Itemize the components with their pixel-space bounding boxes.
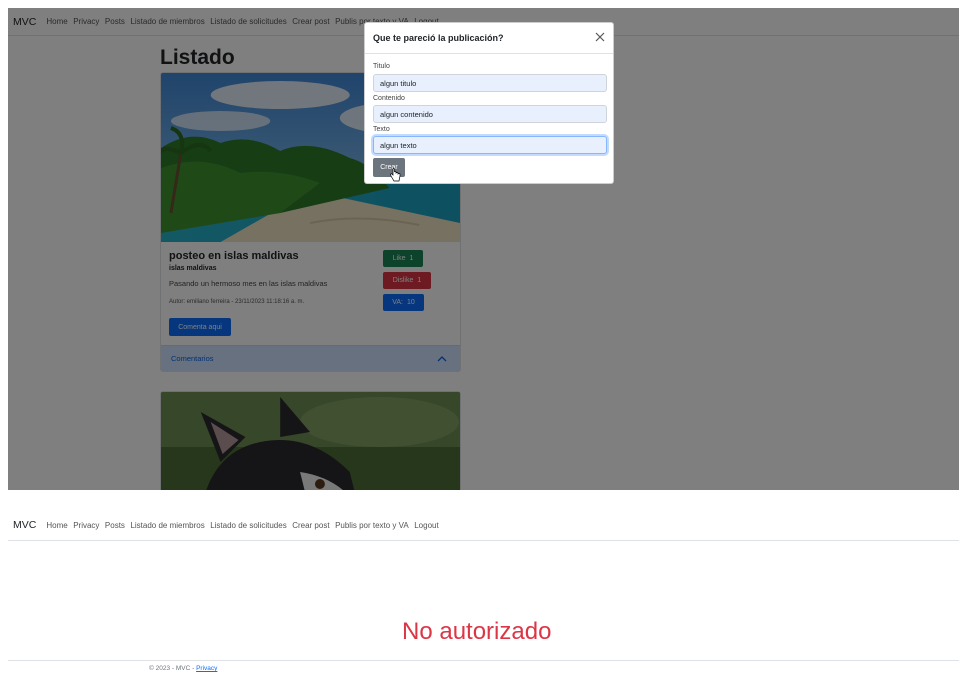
- footer: © 2023 - MVC - Privacy: [149, 665, 217, 672]
- screenshot-not-authorized: MVC Home Privacy Posts Listado de miembr…: [8, 510, 959, 675]
- nav-link-requests[interactable]: Listado de solicitudes: [210, 521, 287, 530]
- nav-link-members[interactable]: Listado de miembros: [130, 521, 204, 530]
- nav-link-logout[interactable]: Logout: [414, 521, 438, 530]
- close-icon[interactable]: [593, 30, 607, 44]
- hand-cursor-icon: [390, 168, 401, 182]
- not-authorized-message: No autorizado: [402, 618, 552, 645]
- modal-header: Que te pareció la publicación?: [365, 23, 613, 54]
- contenido-label: Contenido: [373, 95, 405, 102]
- screenshot-with-modal: MVC Home Privacy Posts Listado de miembr…: [8, 8, 959, 490]
- texto-input[interactable]: algun texto: [373, 136, 607, 154]
- rating-modal: Que te pareció la publicación? Titulo al…: [364, 22, 614, 184]
- texto-label: Texto: [373, 126, 390, 133]
- nav-link-create-post[interactable]: Crear post: [292, 521, 329, 530]
- nav-link-privacy[interactable]: Privacy: [73, 521, 99, 530]
- nav-link-publis-va[interactable]: Publis por texto y VA: [335, 521, 409, 530]
- nav-link-home[interactable]: Home: [46, 521, 67, 530]
- nav-link-posts[interactable]: Posts: [105, 521, 125, 530]
- footer-divider: [8, 660, 959, 661]
- navbar-brand[interactable]: MVC: [13, 519, 36, 531]
- top-navbar: MVC Home Privacy Posts Listado de miembr…: [8, 510, 959, 541]
- footer-copyright: © 2023 - MVC -: [149, 665, 197, 672]
- contenido-input[interactable]: algun contenido: [373, 105, 607, 123]
- modal-title: Que te pareció la publicación?: [373, 33, 504, 43]
- titulo-label: Titulo: [373, 63, 390, 70]
- footer-privacy-link[interactable]: Privacy: [196, 665, 217, 672]
- titulo-input[interactable]: algun titulo: [373, 74, 607, 92]
